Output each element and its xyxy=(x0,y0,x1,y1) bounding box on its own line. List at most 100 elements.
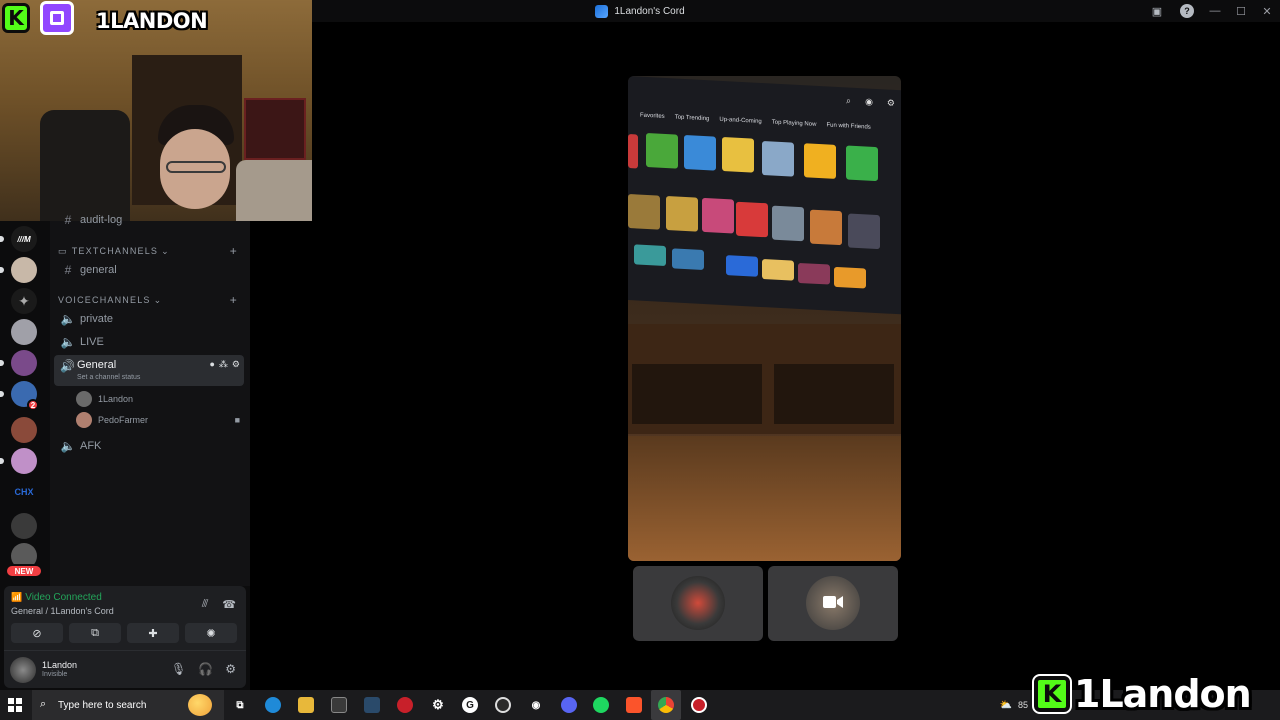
tv-tab-top-trending: Top Trending xyxy=(674,114,710,123)
server-icon[interactable] xyxy=(11,513,37,539)
screen-share-button[interactable]: ⧉ xyxy=(69,623,121,643)
edge-icon[interactable] xyxy=(265,697,281,713)
channel-label: AFK xyxy=(80,440,102,452)
webcam-streamer-name: 1LANDON xyxy=(96,9,208,33)
category-text-channels[interactable]: ▭ TEXTCHANNELS ⌄ + xyxy=(58,244,238,258)
channel-label: audit-log xyxy=(80,214,123,226)
search-icon: ⌕ xyxy=(846,95,852,106)
microphone-icon[interactable]: 🎙 xyxy=(171,662,186,676)
voice-user-name: PedoFarmer xyxy=(98,415,149,425)
app-white-icon[interactable] xyxy=(691,697,707,713)
voice-channel-path[interactable]: General / 1Landon's Cord xyxy=(11,606,114,616)
noise-suppression-icon[interactable]: ⫻ xyxy=(202,598,209,611)
calculator-icon[interactable] xyxy=(364,697,380,713)
tv-tabs: Favorites Top Trending Up-and-Coming Top… xyxy=(640,113,871,131)
server-logo-icon xyxy=(595,4,609,18)
game-thumb xyxy=(798,262,830,285)
game-thumb xyxy=(804,143,836,179)
server-icon[interactable] xyxy=(11,350,37,376)
obs-icon[interactable] xyxy=(495,697,511,713)
channel-afk[interactable]: 🔈 AFK xyxy=(54,435,244,457)
voice-status-text: Video Connected xyxy=(25,592,102,603)
video-camera-icon: ■ xyxy=(234,415,240,425)
voice-connection-panel: 📶 Video Connected General / 1Landon's Co… xyxy=(4,586,246,650)
server-icon[interactable] xyxy=(11,257,37,283)
app-g-icon[interactable]: G xyxy=(462,697,478,713)
task-view-icon[interactable]: ⧉ xyxy=(232,697,248,713)
store-icon[interactable] xyxy=(331,697,347,713)
channel-live[interactable]: 🔈 LIVE xyxy=(54,331,244,353)
server-unread-pill xyxy=(0,360,4,366)
folder-icon: ▭ xyxy=(58,245,68,256)
steam-icon[interactable]: ◉ xyxy=(528,697,544,713)
voice-status: 📶 Video Connected xyxy=(11,592,102,603)
server-icon[interactable] xyxy=(11,417,37,443)
help-icon[interactable]: ? xyxy=(1180,4,1194,18)
video-stage: ⌕ ◉ ⚙ Favorites Top Trending Up-and-Comi… xyxy=(250,22,1280,690)
avatar[interactable] xyxy=(10,657,36,683)
category-label: VOICECHANNELS xyxy=(58,295,151,305)
chat-bubble-icon[interactable]: ● xyxy=(209,359,214,370)
inbox-icon[interactable]: ▣ xyxy=(1150,4,1164,18)
participant-tile-pedofarmer[interactable] xyxy=(768,566,898,641)
channel-general-text[interactable]: # general xyxy=(54,259,244,281)
windows-start-icon[interactable] xyxy=(8,698,22,712)
server-icon[interactable] xyxy=(11,319,37,345)
server-icon[interactable]: ///M xyxy=(11,226,37,252)
maximize-button[interactable]: ☐ xyxy=(1228,0,1254,22)
add-channel-icon[interactable]: + xyxy=(230,244,238,258)
channel-label: General xyxy=(77,359,117,371)
soundboard-button[interactable]: ✺ xyxy=(185,623,237,643)
server-icon[interactable]: ✦ xyxy=(11,288,37,314)
server-unread-pill xyxy=(0,391,4,397)
username: 1Landon xyxy=(42,660,78,670)
gear-icon[interactable]: ⚙ xyxy=(225,662,236,676)
invite-icon[interactable]: ⁂ xyxy=(219,359,228,370)
brave-icon[interactable] xyxy=(626,697,642,713)
server-unread-pill xyxy=(0,236,4,242)
game-thumb xyxy=(834,266,866,289)
window-title: 1Landon's Cord xyxy=(595,4,685,18)
participant-tile-1landon[interactable] xyxy=(633,566,763,641)
app-red-icon[interactable] xyxy=(397,697,413,713)
voice-user[interactable]: 1Landon xyxy=(76,390,246,408)
server-icon[interactable] xyxy=(11,448,37,474)
speaker-icon: 🔈 xyxy=(60,335,76,349)
category-voice-channels[interactable]: VOICECHANNELS ⌄ + xyxy=(58,293,238,307)
main-video-feed[interactable]: ⌕ ◉ ⚙ Favorites Top Trending Up-and-Comi… xyxy=(628,76,901,561)
camera-off-icon: ⊘ xyxy=(32,627,42,640)
voice-user[interactable]: PedoFarmer ■ xyxy=(76,411,246,429)
chrome-icon[interactable] xyxy=(658,697,674,713)
disconnect-icon[interactable]: ☎ xyxy=(222,598,236,611)
kick-logo-icon: K xyxy=(1032,674,1072,714)
channel-actions: ● ⁂ ⚙ xyxy=(209,359,240,370)
game-thumb xyxy=(634,244,666,266)
channel-status-prompt[interactable]: Set a channel status xyxy=(77,374,140,381)
game-thumb xyxy=(762,259,794,281)
channel-general-voice[interactable]: 🔊 General Set a channel status ● ⁂ ⚙ xyxy=(54,355,244,386)
discord-icon[interactable] xyxy=(561,697,577,713)
minimize-button[interactable]: — xyxy=(1202,0,1228,22)
game-thumb xyxy=(672,248,704,270)
user-status: Invisible xyxy=(42,671,68,678)
tv-tab-favorites: Favorites xyxy=(640,112,665,120)
activities-button[interactable]: ✚ xyxy=(127,623,179,643)
spotify-icon[interactable] xyxy=(593,697,609,713)
server-icon[interactable]: CHX xyxy=(11,479,37,505)
add-channel-icon[interactable]: + xyxy=(230,293,238,307)
soundboard-icon: ✺ xyxy=(206,627,216,640)
taskbar-search[interactable]: ⌕ Type here to search xyxy=(32,690,224,720)
file-explorer-icon[interactable] xyxy=(298,697,314,713)
search-highlight-icon xyxy=(188,694,212,716)
channel-private[interactable]: 🔈 private xyxy=(54,308,244,330)
gear-icon[interactable]: ⚙ xyxy=(232,359,240,370)
game-thumb xyxy=(684,134,716,171)
headphones-icon[interactable]: 🎧 xyxy=(198,662,213,676)
camera-toggle-button[interactable]: ⊘ xyxy=(11,623,63,643)
channel-audit-log[interactable]: # audit-log xyxy=(54,211,244,229)
game-thumb xyxy=(762,141,794,177)
settings-icon[interactable]: ⚙ xyxy=(430,697,446,713)
settings-icon: ⚙ xyxy=(886,97,895,108)
speaker-icon: 🔈 xyxy=(60,312,76,326)
close-button[interactable]: ✕ xyxy=(1254,0,1280,22)
